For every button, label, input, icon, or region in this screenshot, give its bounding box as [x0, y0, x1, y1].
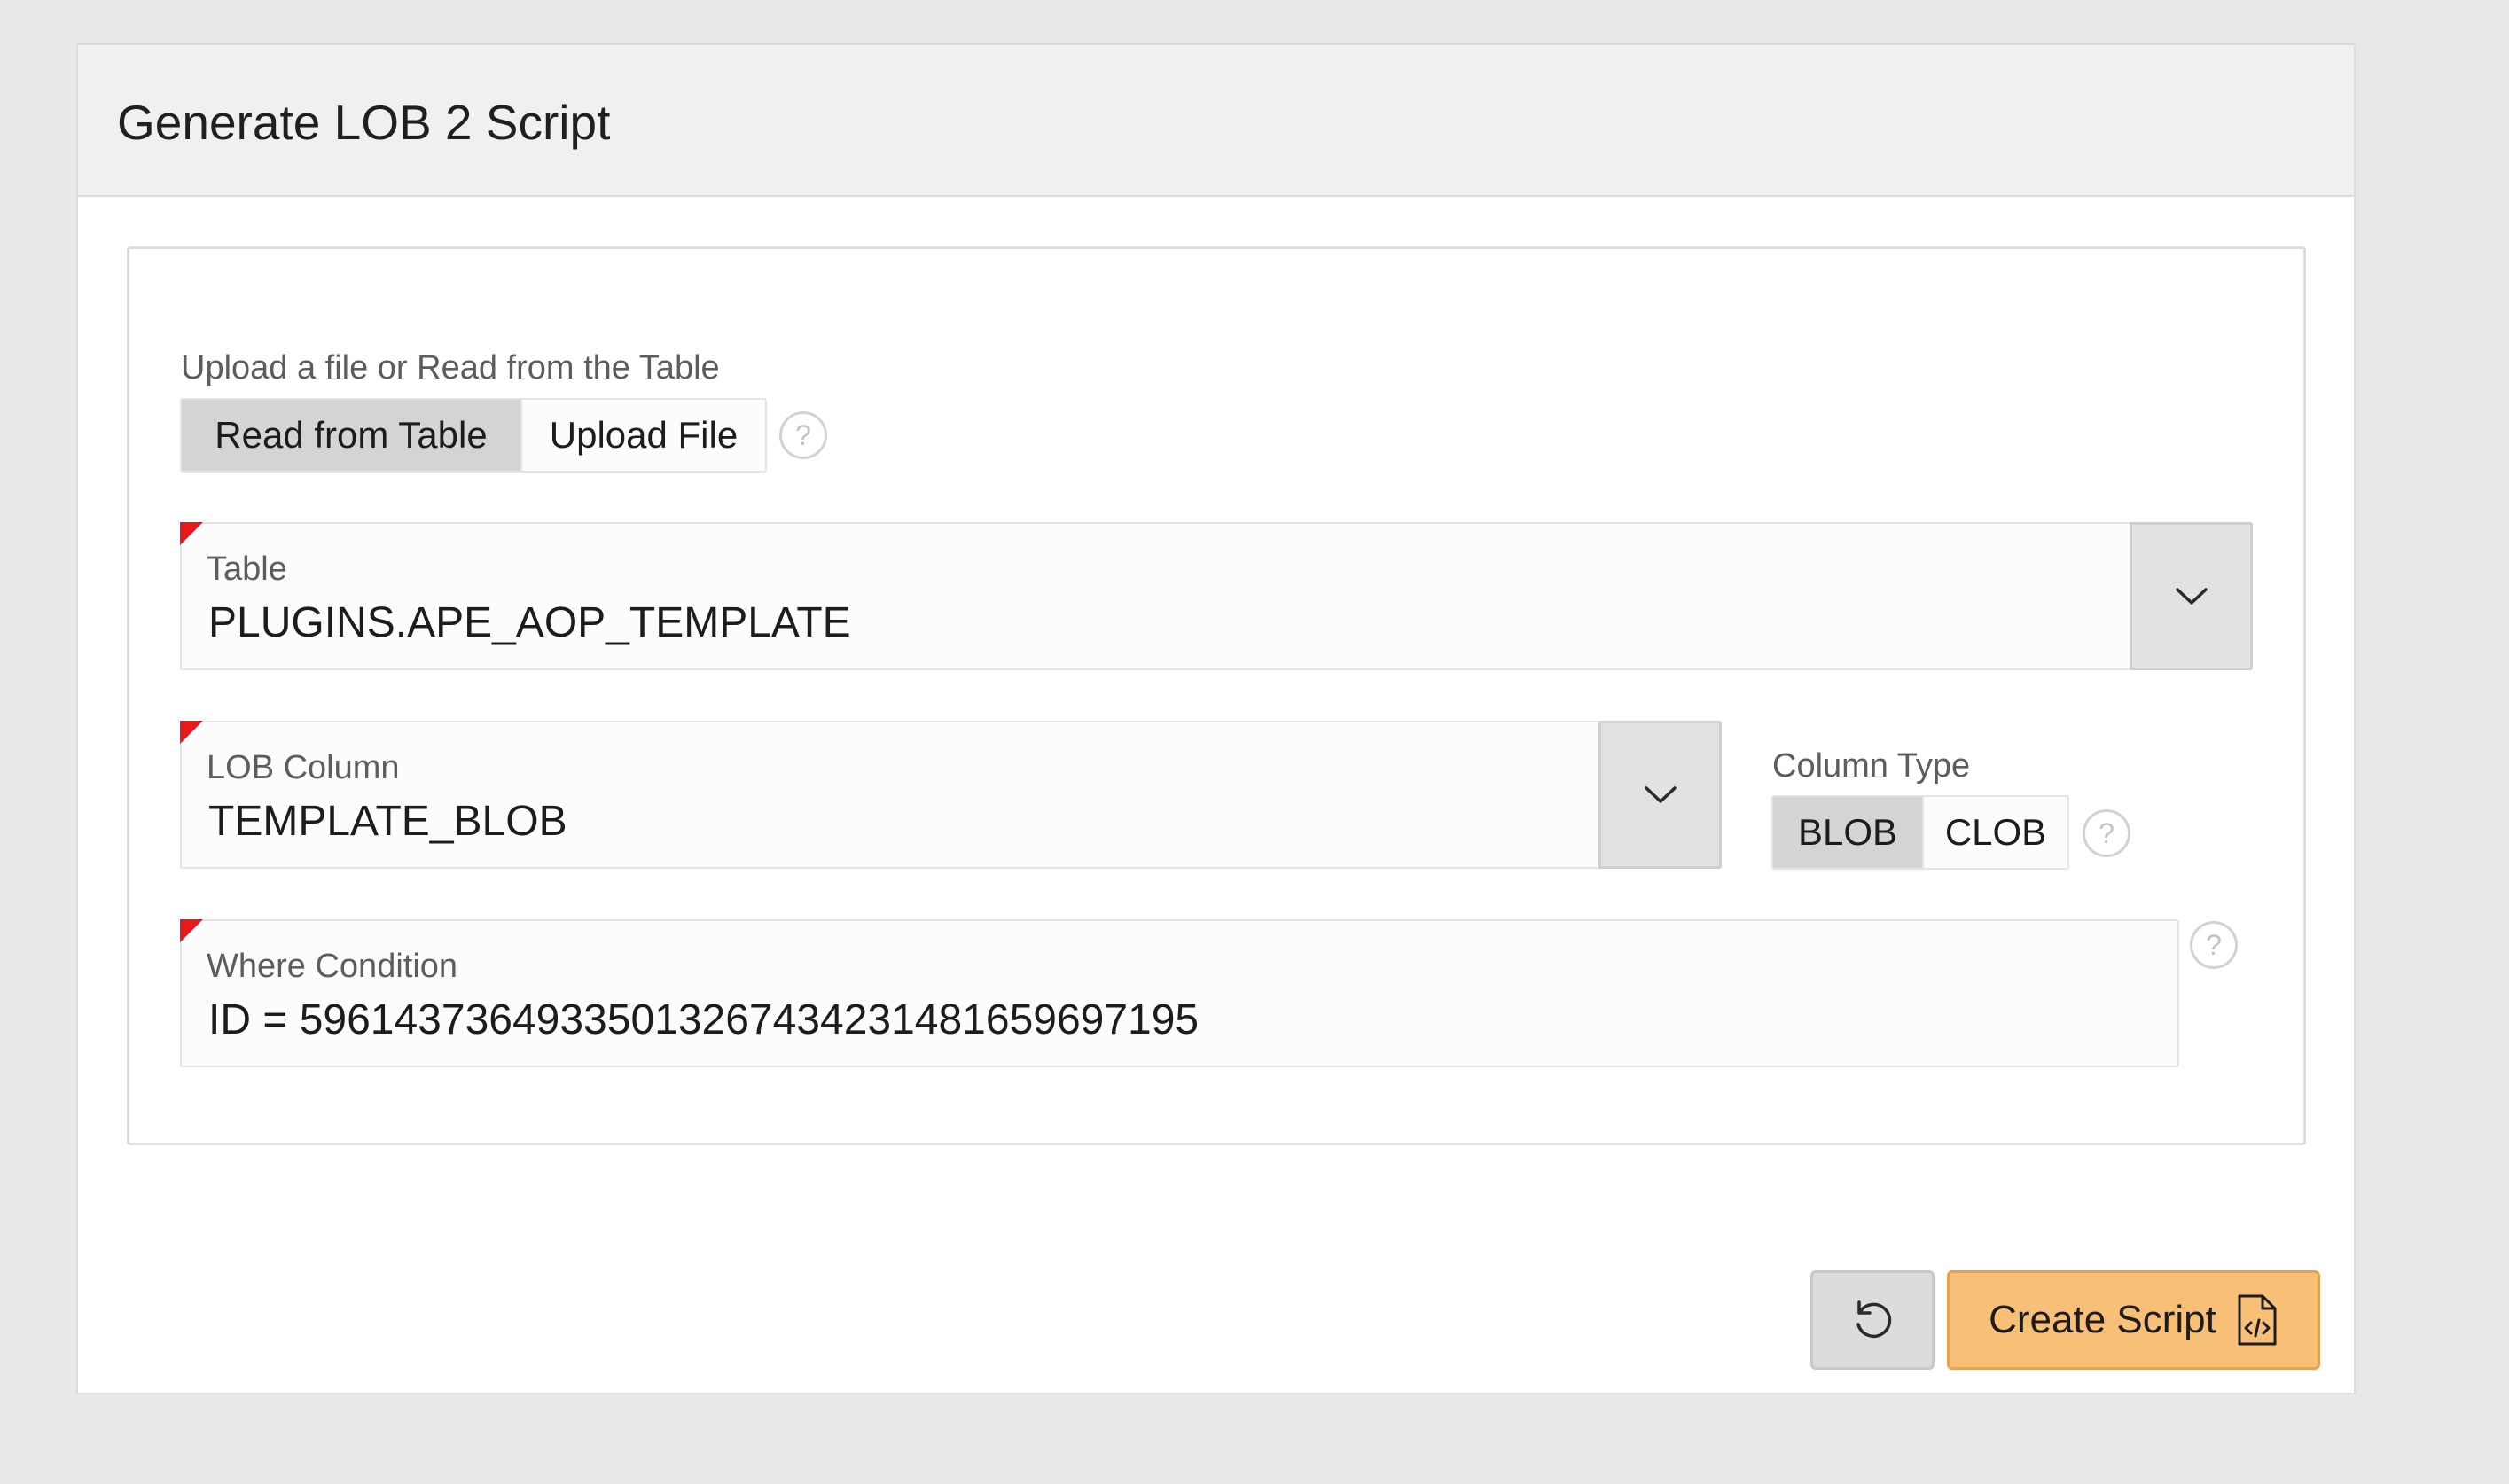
option-upload-file[interactable]: Upload File	[520, 400, 765, 471]
table-field[interactable]: Table PLUGINS.APE_AOP_TEMPLATE	[180, 522, 2253, 670]
source-segmented-control: Read from Table Upload File	[180, 398, 767, 473]
table-value[interactable]: PLUGINS.APE_AOP_TEMPLATE	[208, 602, 851, 644]
column-type-help-icon[interactable]: ?	[2083, 809, 2130, 857]
source-label: Upload a file or Read from the Table	[181, 349, 720, 387]
required-indicator	[180, 522, 203, 545]
create-script-label: Create Script	[1989, 1298, 2216, 1341]
region-title: Generate LOB 2 Script	[117, 95, 611, 150]
option-clob[interactable]: CLOB	[1922, 797, 2067, 868]
source-help-icon[interactable]: ?	[779, 411, 827, 459]
reset-icon	[1856, 1300, 1892, 1339]
chevron-down-icon	[1644, 785, 1677, 803]
column-type-segmented-control: BLOB CLOB	[1771, 795, 2069, 870]
where-condition-field[interactable]: Where Condition ID = 5961437364933501326…	[180, 919, 2179, 1067]
table-dropdown-button[interactable]	[2130, 522, 2253, 670]
file-code-icon	[2238, 1294, 2277, 1346]
required-indicator	[180, 721, 203, 744]
column-type-label: Column Type	[1772, 747, 1971, 785]
lob-column-dropdown-button[interactable]	[1598, 721, 1722, 869]
required-indicator	[180, 919, 203, 942]
table-label: Table	[207, 551, 287, 588]
region-header: Generate LOB 2 Script	[78, 45, 2354, 197]
chevron-down-icon	[2175, 587, 2208, 605]
lob-column-field[interactable]: LOB Column TEMPLATE_BLOB	[180, 721, 1722, 869]
reset-button[interactable]	[1810, 1270, 1935, 1370]
lob-column-label: LOB Column	[207, 749, 400, 786]
option-read-from-table[interactable]: Read from Table	[182, 400, 520, 471]
lob-column-value[interactable]: TEMPLATE_BLOB	[208, 801, 567, 843]
option-blob[interactable]: BLOB	[1773, 797, 1922, 868]
where-condition-value[interactable]: ID = 59614373649335013267434231481659697…	[208, 999, 1199, 1042]
where-help-icon[interactable]: ?	[2190, 921, 2238, 969]
where-condition-label: Where Condition	[207, 948, 458, 985]
create-script-button[interactable]: Create Script	[1947, 1270, 2320, 1370]
